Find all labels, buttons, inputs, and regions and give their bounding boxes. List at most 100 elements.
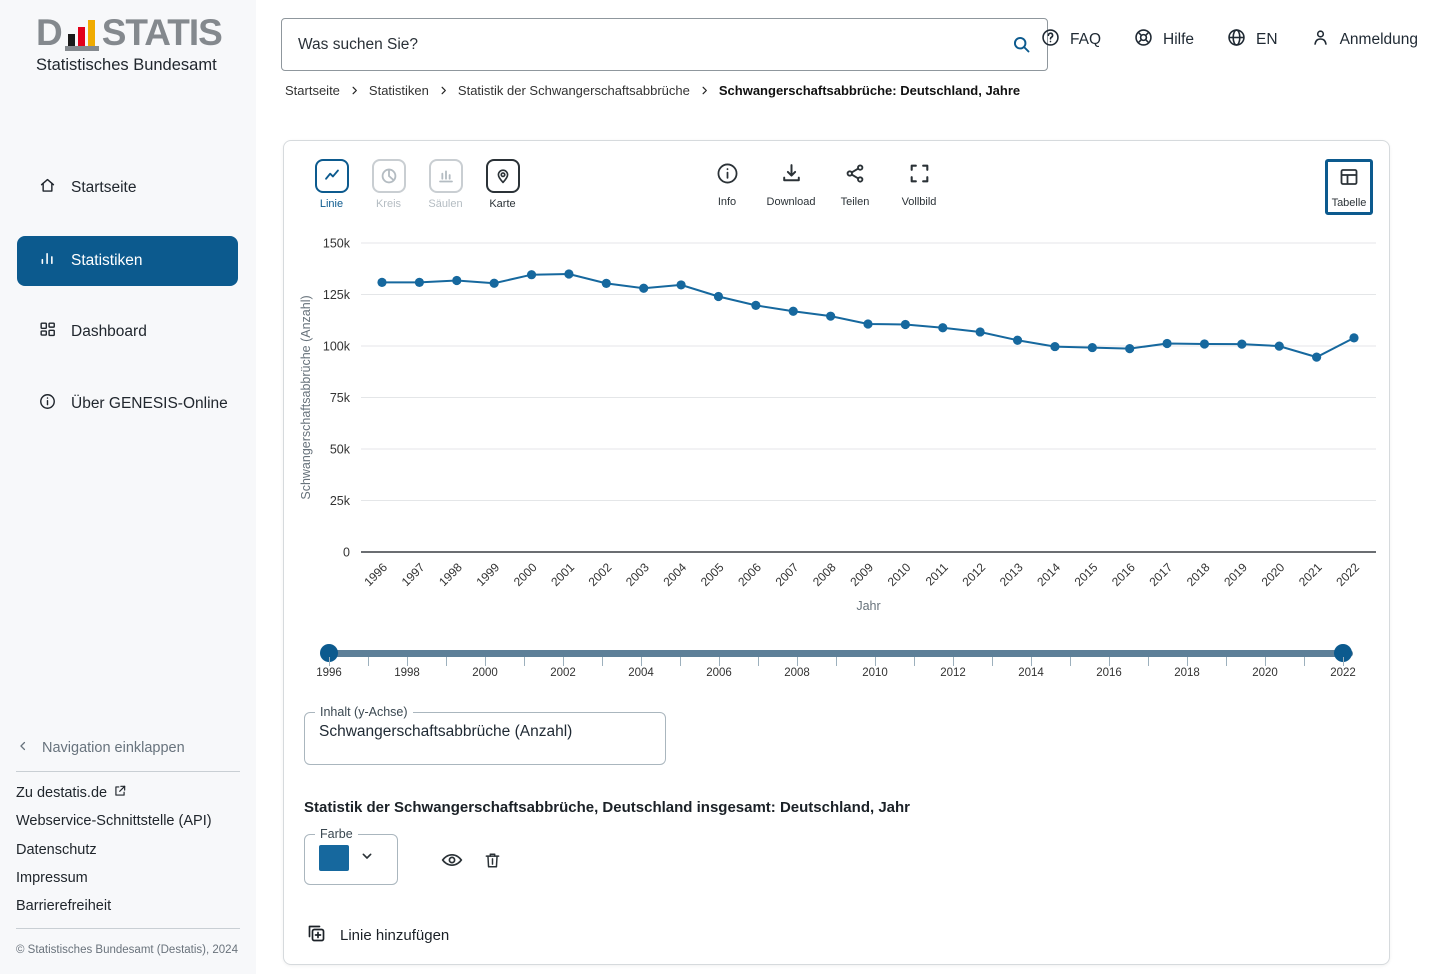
sidebar-item-startseite[interactable]: Startseite: [0, 170, 256, 206]
home-icon: [38, 176, 57, 200]
slider-tick-label: 2022: [1321, 667, 1365, 679]
slider-tick-label: 2020: [1243, 667, 1287, 679]
svg-text:50k: 50k: [330, 443, 351, 457]
collapse-navigation-label: Navigation einklappen: [42, 740, 185, 756]
chart-type-label: Linie: [320, 198, 343, 210]
dashboard-grid-icon: [38, 320, 57, 344]
chart-type-label: Säulen: [428, 198, 462, 210]
svg-text:2011: 2011: [923, 560, 951, 588]
tabelle-button[interactable]: Tabelle: [1325, 159, 1373, 215]
chart-type-switcher: Linie Kreis Säulen Karte: [303, 159, 531, 210]
sidebar-link-barrierefreiheit[interactable]: Barrierefreiheit: [16, 892, 111, 920]
action-label: Download: [767, 196, 816, 208]
slider-tick-label: 1996: [307, 667, 351, 679]
slider-tick-label: 2006: [697, 667, 741, 679]
genesis-online-app: D STATIS Statistisches Bundesamt Startse…: [0, 0, 1438, 974]
svg-text:1999: 1999: [473, 560, 502, 589]
svg-text:2008: 2008: [810, 560, 839, 589]
share-button[interactable]: Teilen: [824, 161, 886, 208]
hilfe-link[interactable]: Hilfe: [1133, 27, 1194, 53]
slider-tick: [758, 657, 759, 666]
chart-type-karte-button[interactable]: Karte: [474, 159, 531, 210]
faq-link[interactable]: FAQ: [1040, 27, 1101, 53]
chevron-right-icon: [438, 85, 449, 96]
sidebar-item-label: Startseite: [71, 179, 136, 197]
sidebar-link-impressum[interactable]: Impressum: [16, 864, 88, 892]
slider-tick-label: 2008: [775, 667, 819, 679]
sidebar-link-label: Zu destatis.de: [16, 785, 107, 801]
action-label: Teilen: [841, 196, 870, 208]
sidebar-link-zu-destatis[interactable]: Zu destatis.de: [16, 779, 127, 807]
svg-text:2001: 2001: [548, 560, 577, 589]
language-label: EN: [1256, 31, 1278, 49]
chart-type-saeulen-button[interactable]: Säulen: [417, 159, 474, 210]
breadcrumb-statistik-der-schwangerschaftsabbrueche[interactable]: Statistik der Schwangerschaftsabbrüche: [458, 83, 690, 98]
anmeldung-link[interactable]: Anmeldung: [1310, 27, 1418, 53]
sidebar-link-webservice-api[interactable]: Webservice-Schnittstelle (API): [16, 807, 212, 835]
svg-text:1996: 1996: [361, 560, 390, 589]
collapse-navigation-button[interactable]: Navigation einklappen: [16, 734, 185, 762]
sidebar-divider: [16, 928, 240, 929]
sidebar-item-dashboard[interactable]: Dashboard: [0, 314, 256, 350]
faq-label: FAQ: [1070, 31, 1101, 49]
destatis-logo[interactable]: D STATIS Statistisches Bundesamt: [36, 14, 222, 75]
svg-text:2004: 2004: [660, 560, 689, 589]
slider-track[interactable]: [321, 650, 1353, 657]
fullscreen-button[interactable]: Vollbild: [888, 161, 950, 208]
fullscreen-icon: [907, 161, 932, 191]
sidebar-item-label: Statistiken: [71, 252, 143, 270]
slider-tick: [602, 657, 603, 666]
svg-text:2018: 2018: [1184, 560, 1213, 589]
y-axis-content-field[interactable]: Inhalt (y-Achse) Schwangerschaftsabbrüch…: [304, 705, 666, 765]
info-icon: [38, 392, 57, 416]
logo-bars-icon: [65, 19, 99, 51]
svg-text:2020: 2020: [1259, 560, 1288, 589]
chart-type-kreis-button[interactable]: Kreis: [360, 159, 417, 210]
info-button[interactable]: Info: [696, 161, 758, 208]
sidebar-link-label: Barrierefreiheit: [16, 898, 111, 914]
y-axis-content-value: Schwangerschaftsabbrüche (Anzahl): [305, 719, 665, 741]
slider-tick: [1265, 657, 1266, 666]
eye-icon: [440, 849, 464, 876]
sidebar-item-statistiken[interactable]: Statistiken: [17, 236, 238, 286]
hilfe-label: Hilfe: [1163, 31, 1194, 49]
svg-text:150k: 150k: [323, 237, 351, 251]
copyright-text: © Statistisches Bundesamt (Destatis), 20…: [16, 944, 238, 956]
svg-text:2021: 2021: [1296, 560, 1325, 589]
sidebar-link-datenschutz[interactable]: Datenschutz: [16, 836, 97, 864]
breadcrumb: Startseite Statistiken Statistik der Sch…: [285, 83, 1020, 98]
line-chart-canvas[interactable]: 025k50k75k100k125k150kSchwangerschaftsab…: [300, 229, 1380, 621]
svg-text:2016: 2016: [1109, 560, 1138, 589]
pie-chart-icon: [372, 159, 406, 193]
slider-tick: [1187, 657, 1188, 666]
chevron-right-icon: [349, 85, 360, 96]
toggle-visibility-button[interactable]: [434, 844, 470, 880]
svg-text:2009: 2009: [847, 560, 876, 589]
add-line-button[interactable]: Linie hinzufügen: [304, 917, 449, 953]
svg-text:2000: 2000: [511, 560, 540, 589]
download-button[interactable]: Download: [760, 161, 822, 208]
sidebar-item-ueber-genesis-online[interactable]: Über GENESIS-Online: [0, 386, 256, 422]
svg-text:1998: 1998: [436, 560, 465, 589]
add-line-label: Linie hinzufügen: [340, 927, 449, 944]
year-range-slider: 1996199820002002200420062008201020122014…: [300, 637, 1380, 687]
breadcrumb-startseite[interactable]: Startseite: [285, 83, 340, 98]
chart-type-linie-button[interactable]: Linie: [303, 159, 360, 210]
action-label: Vollbild: [902, 196, 937, 208]
slider-tick: [1148, 657, 1149, 666]
svg-text:2022: 2022: [1333, 560, 1362, 589]
header-links: FAQ Hilfe EN Anmeldung: [1040, 27, 1418, 53]
series-color-legend: Farbe: [315, 827, 358, 841]
svg-text:2014: 2014: [1034, 560, 1063, 589]
slider-tick-label: 2014: [1009, 667, 1053, 679]
slider-tick: [329, 657, 330, 666]
slider-tick: [875, 657, 876, 666]
search-icon[interactable]: [1011, 34, 1032, 60]
svg-text:2003: 2003: [623, 560, 652, 589]
delete-series-button[interactable]: [474, 844, 510, 880]
search-input[interactable]: [281, 18, 1048, 71]
breadcrumb-statistiken[interactable]: Statistiken: [369, 83, 429, 98]
series-color-select[interactable]: Farbe: [304, 827, 398, 885]
language-link[interactable]: EN: [1226, 27, 1278, 53]
breadcrumb-current: Schwangerschaftsabbrüche: Deutschland, J…: [719, 83, 1020, 98]
